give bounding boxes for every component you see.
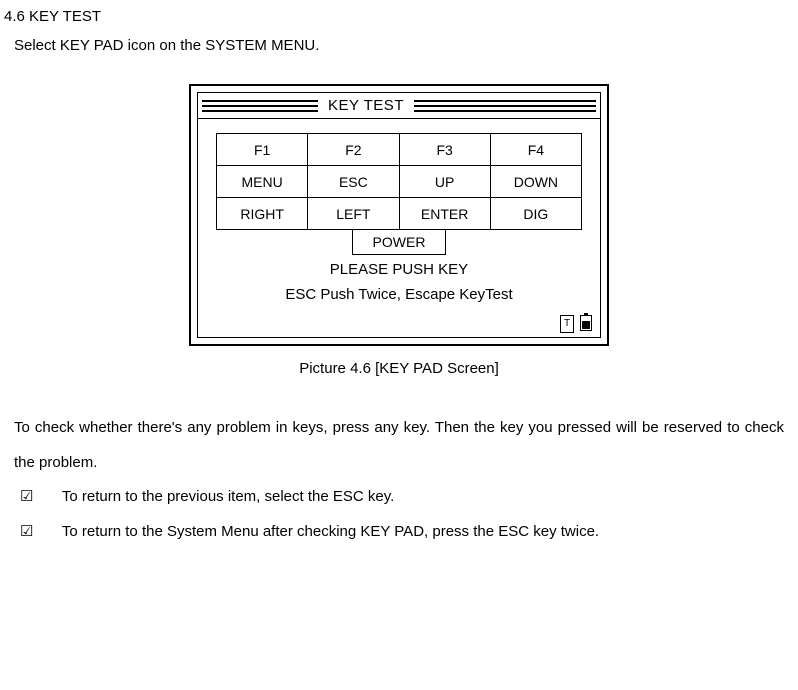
screen-figure: KEY TEST F1 F2 F3 F4 MENU ESC xyxy=(0,84,798,346)
key-right[interactable]: RIGHT xyxy=(217,198,308,230)
device-outer-frame: KEY TEST F1 F2 F3 F4 MENU ESC xyxy=(189,84,609,346)
bullet-1-text: To return to the previous item, select t… xyxy=(62,488,394,505)
body-paragraph: To check whether there's any problem in … xyxy=(0,411,798,480)
key-grid: F1 F2 F3 F4 MENU ESC UP DOWN RIGHT LEFT xyxy=(216,133,582,230)
screen-titlebar: KEY TEST xyxy=(198,93,600,119)
key-down[interactable]: DOWN xyxy=(490,166,581,198)
key-f4[interactable]: F4 xyxy=(490,134,581,166)
titlebar-stripes-right xyxy=(414,100,600,112)
screen-title: KEY TEST xyxy=(318,97,414,114)
key-dig[interactable]: DIG xyxy=(490,198,581,230)
key-f3[interactable]: F3 xyxy=(399,134,490,166)
section-title: 4.6 KEY TEST xyxy=(0,8,798,25)
bullet-2-text: To return to the System Menu after check… xyxy=(62,523,599,540)
battery-icon xyxy=(580,315,592,331)
key-left[interactable]: LEFT xyxy=(308,198,399,230)
key-esc[interactable]: ESC xyxy=(308,166,399,198)
status-t-icon: T xyxy=(560,315,574,333)
key-f1[interactable]: F1 xyxy=(217,134,308,166)
bullet-item-1: ☑ To return to the previous item, select… xyxy=(42,480,784,515)
esc-hint-message: ESC Push Twice, Escape KeyTest xyxy=(216,286,582,303)
check-icon: ☑ xyxy=(42,480,58,515)
key-f2[interactable]: F2 xyxy=(308,134,399,166)
push-key-message: PLEASE PUSH KEY xyxy=(216,261,582,278)
key-up[interactable]: UP xyxy=(399,166,490,198)
titlebar-stripes-left xyxy=(198,100,318,112)
figure-caption: Picture 4.6 [KEY PAD Screen] xyxy=(0,360,798,377)
key-enter[interactable]: ENTER xyxy=(399,198,490,230)
key-menu[interactable]: MENU xyxy=(217,166,308,198)
intro-text: Select KEY PAD icon on the SYSTEM MENU. xyxy=(0,37,798,54)
check-icon: ☑ xyxy=(42,515,58,550)
bullet-item-2: ☑ To return to the System Menu after che… xyxy=(42,515,784,550)
key-power[interactable]: POWER xyxy=(352,229,447,255)
status-bar: T xyxy=(198,315,600,337)
device-inner-frame: KEY TEST F1 F2 F3 F4 MENU ESC xyxy=(197,92,601,338)
